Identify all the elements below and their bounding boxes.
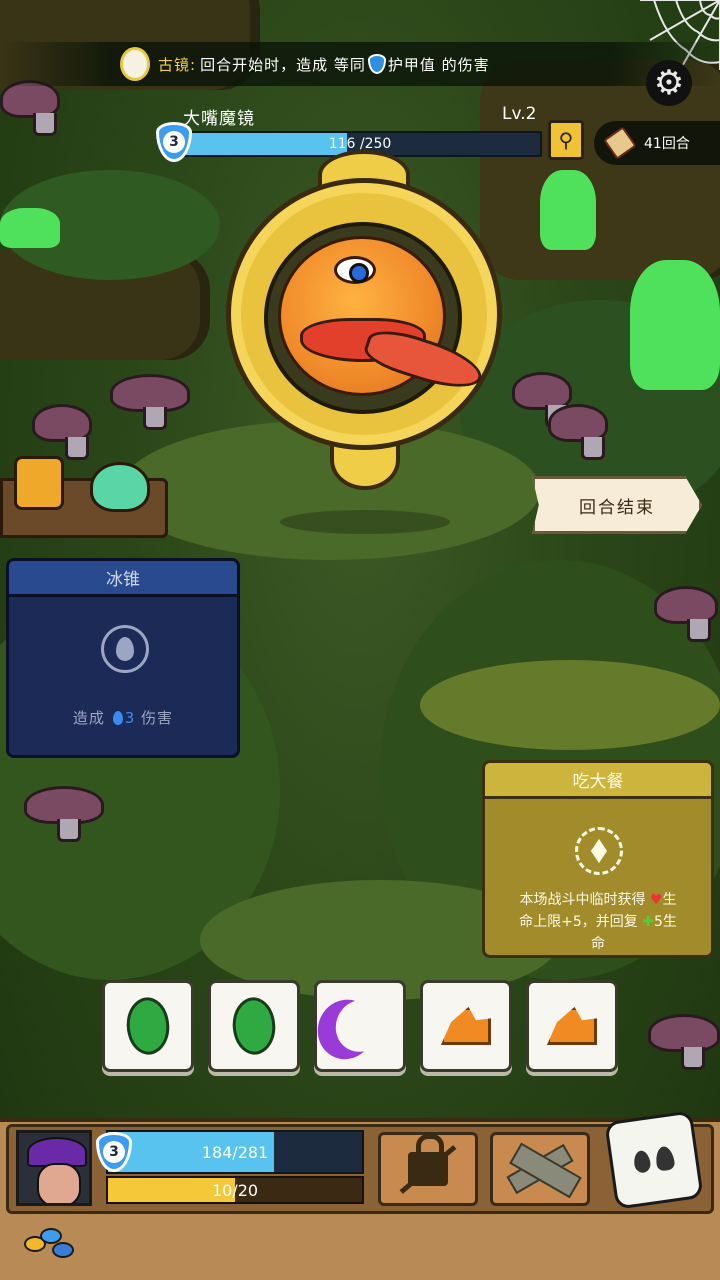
- relic-banner: 古镜: 回合开始时，造成 等同 护甲值 的伤害: [0, 42, 720, 86]
- green-slime: [630, 260, 720, 390]
- skill-card-ice-cone[interactable]: 冰锥 造成 3 伤害: [6, 558, 240, 758]
- relic-name: 古镜:: [158, 55, 197, 74]
- leaf-icon: [223, 992, 285, 1060]
- meal-desc-2b: 5生: [653, 914, 677, 930]
- orange-potion-icon[interactable]: [14, 456, 64, 510]
- mushroom: [648, 1014, 720, 1070]
- end-turn-button[interactable]: 回合结束: [532, 476, 702, 534]
- fire-icon: [654, 1145, 676, 1172]
- item-bag-icon[interactable]: [22, 1224, 78, 1264]
- green-slime: [540, 170, 596, 250]
- skill-desc-after: 伤害: [141, 709, 174, 727]
- skill-card-title: 吃大餐: [485, 763, 711, 799]
- die-tile[interactable]: [526, 980, 618, 1072]
- mushroom: [548, 404, 608, 460]
- player-face: [37, 1163, 81, 1203]
- player-avatar[interactable]: [16, 1130, 92, 1206]
- enemy-level: Lv.2: [502, 104, 537, 124]
- diamond-icon: [591, 839, 607, 863]
- mushroom: [32, 404, 92, 460]
- player-xp-text: 10/20: [211, 1180, 259, 1200]
- skill-card-title: 冰锥: [9, 561, 237, 597]
- heart-icon: ♥: [649, 892, 663, 908]
- mushroom: [654, 586, 718, 642]
- enemy-shadow: [280, 510, 450, 534]
- round-counter-text: 41回合: [644, 136, 690, 152]
- meal-desc-2a: 命上限+5，并回复: [519, 914, 638, 930]
- scroll-icon: [603, 126, 637, 160]
- bandage-icon: [506, 1143, 574, 1195]
- mushroom: [512, 372, 572, 428]
- relic-text-after: 护甲值 的伤害: [387, 55, 490, 74]
- player-hp-text: 184/281: [201, 1142, 269, 1162]
- inspect-enemy-button[interactable]: ⚲: [548, 120, 584, 160]
- meal-desc-1a: 本场战斗中临时获得: [519, 892, 646, 908]
- round-counter: 41回合: [594, 121, 720, 165]
- player-armor-value: 3: [103, 1141, 125, 1163]
- player-hp-bar: 184/281: [106, 1130, 364, 1174]
- reroll-die-button[interactable]: [604, 1110, 704, 1210]
- meal-desc-1b: 生: [662, 892, 677, 908]
- rock-icon: [547, 1007, 597, 1045]
- skill-card-desc: 造成 3 伤害: [9, 707, 237, 728]
- armor-icon: [367, 54, 386, 74]
- rock-icon: [441, 1007, 491, 1045]
- dice-slot[interactable]: [575, 827, 623, 875]
- skill-desc-value: 3: [124, 709, 136, 727]
- skill-card-eat-big-meal[interactable]: 吃大餐 本场战斗中临时获得 ♥生 命上限+5，并回复 ✚5生 命: [482, 760, 714, 958]
- die-tile[interactable]: [102, 980, 194, 1072]
- enemy-name: 大嘴魔镜: [183, 109, 255, 129]
- skill-card-desc: 本场战斗中临时获得 ♥生 命上限+5，并回复 ✚5生 命: [491, 889, 705, 955]
- dice-tray: [102, 980, 622, 1072]
- moon-icon: [329, 993, 392, 1058]
- leaf-icon: [117, 992, 179, 1060]
- relic-text-before: 回合开始时，造成 等同: [200, 55, 366, 74]
- ancient-mirror-icon[interactable]: [120, 47, 150, 81]
- lock-dice-button[interactable]: [378, 1132, 478, 1206]
- heal-plus-icon: ✚: [642, 914, 654, 930]
- skill-desc-before: 造成: [72, 709, 105, 727]
- monster-eye: [334, 256, 376, 284]
- water-drop-icon: [632, 1149, 652, 1174]
- bandage-button[interactable]: [490, 1132, 590, 1206]
- settings-gear-icon[interactable]: ⚙: [646, 60, 692, 106]
- green-potion-icon[interactable]: [90, 462, 150, 512]
- player-xp-bar: 10/20: [106, 1176, 364, 1204]
- water-drop-icon: [116, 637, 134, 661]
- water-drop-icon: [112, 711, 123, 725]
- green-slime: [0, 208, 60, 248]
- die-tile[interactable]: [208, 980, 300, 1072]
- end-turn-label: 回合结束: [579, 497, 655, 518]
- die-tile[interactable]: [420, 980, 512, 1072]
- mushroom: [24, 786, 104, 842]
- die-tile[interactable]: [314, 980, 406, 1072]
- enemy-armor-value: 3: [163, 131, 185, 153]
- mushroom: [110, 374, 190, 430]
- magnifier-icon: ⚲: [558, 128, 574, 152]
- meal-desc-3: 命: [591, 936, 605, 952]
- dice-slot[interactable]: [101, 625, 149, 673]
